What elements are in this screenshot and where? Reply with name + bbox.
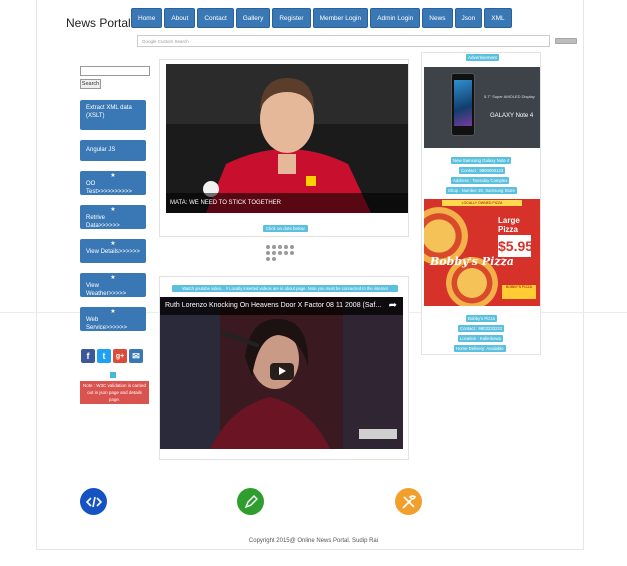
carousel-dot[interactable]	[290, 245, 294, 249]
nav-home[interactable]: Home	[131, 8, 163, 28]
twitter-icon[interactable]: t	[97, 349, 111, 363]
play-button-icon[interactable]	[270, 363, 294, 380]
side-button-extract-xml[interactable]: Extract XML data (XSLT)	[80, 100, 146, 130]
carousel-dot[interactable]	[290, 251, 294, 255]
side-button-web-service[interactable]: ★ Web Service>>>>>>	[80, 307, 146, 331]
side-button-angular[interactable]: Angular JS	[80, 140, 146, 161]
phone-ad-image[interactable]: 5.7" Super AMOLED Display GALAXY Note 4	[424, 67, 540, 148]
carousel-dot[interactable]	[278, 251, 282, 255]
star-icon: ★	[110, 173, 116, 179]
email-icon[interactable]: ✉	[129, 349, 143, 363]
carousel-dot[interactable]	[284, 251, 288, 255]
tools-icon[interactable]	[395, 488, 422, 515]
nav-gallery[interactable]: Gallery	[235, 8, 271, 28]
facebook-icon[interactable]: f	[81, 349, 95, 363]
pizza-brand: Bobby's Pizza	[430, 255, 514, 268]
carousel-dot[interactable]	[272, 245, 276, 249]
left-search-input[interactable]	[80, 66, 150, 76]
phone-ad-brand: GALAXY Note 4	[490, 113, 534, 119]
validation-note: Note : W3C validation is carried out in …	[80, 381, 149, 404]
nav-json[interactable]: Json	[454, 8, 483, 28]
star-icon: ★	[110, 241, 116, 247]
video-note-label: Watch youtube video... !! Locally insert…	[172, 285, 398, 292]
side-button-label: Retrive Data>>>>>>	[86, 215, 120, 229]
side-button-view-details[interactable]: ★ View Details>>>>>>	[80, 239, 146, 263]
pizza-ad-image[interactable]: LOCALLY OWNED PIZZA Large Pizza $5.95 Bo…	[424, 199, 540, 306]
nav-register[interactable]: Register	[272, 8, 311, 28]
social-links: f t g+ ✉	[81, 349, 143, 363]
pizza-ad-detail: Contact : 9803233222	[458, 325, 505, 332]
google-search-button[interactable]	[555, 38, 577, 44]
carousel-dot[interactable]	[266, 251, 270, 255]
side-button-label: Angular JS	[86, 147, 116, 153]
side-button-retrive-data[interactable]: ★ Retrive Data>>>>>>	[80, 205, 146, 229]
left-search-button[interactable]: Search	[80, 79, 101, 89]
site-logo[interactable]: News Portal	[66, 16, 131, 30]
footer-copyright: Copyright 2015@ Online News Portal. Sudi…	[248, 538, 379, 544]
nav-about[interactable]: About	[164, 8, 196, 28]
star-icon: ★	[110, 207, 116, 213]
code-icon[interactable]	[80, 488, 107, 515]
phone-icon	[451, 73, 475, 136]
footballer-photo	[166, 64, 408, 213]
phone-ad-detail: Contact : 9800000123	[459, 167, 506, 174]
phone-ad-detail: Address : Tansalay Complex	[451, 177, 510, 184]
side-button-oo-test[interactable]: ★ OO Test>>>>>>>>>>	[80, 171, 146, 195]
pizza-price: $5.95	[498, 235, 533, 257]
carousel-dot[interactable]	[278, 245, 282, 249]
carousel-dot[interactable]	[272, 251, 276, 255]
advertisement-label: Advertisement	[466, 54, 499, 61]
pizza-ad-detail: Bobby's Pizza	[466, 315, 497, 322]
carousel-dot[interactable]	[272, 257, 276, 261]
side-button-label: Extract XML data (XSLT)	[86, 105, 132, 119]
carousel-image[interactable]: MATA: WE NEED TO STICK TOGETHER	[166, 64, 408, 213]
side-button-label: OO Test>>>>>>>>>>	[86, 181, 133, 195]
phone-ad-detail: Shop : Number 20, Samsung Store	[446, 187, 517, 194]
star-icon: ★	[110, 309, 116, 315]
nav-news[interactable]: News	[422, 8, 453, 28]
side-button-view-weather[interactable]: ★ View Weather>>>>>	[80, 273, 146, 297]
carousel-dot[interactable]	[266, 245, 270, 249]
google-search-input[interactable]: Google Custom Search	[137, 35, 550, 47]
pizza-top-banner: LOCALLY OWNED PIZZA	[442, 200, 522, 206]
star-icon: ★	[110, 275, 116, 281]
nav-member-login[interactable]: Member Login	[312, 8, 369, 28]
carousel-dot[interactable]	[284, 245, 288, 249]
pizza-bottom-banner: BOBBY'S PIZZA	[502, 285, 536, 299]
phone-ad-text: 5.7" Super AMOLED Display	[484, 94, 535, 99]
side-button-label: Web Service>>>>>>	[86, 317, 128, 331]
youtube-video[interactable]: Ruth Lorenzo Knocking On Heavens Door X …	[160, 297, 403, 449]
click-dots-label: Click on dots below	[263, 225, 308, 232]
main-nav: Home About Contact Gallery Register Memb…	[131, 8, 512, 28]
share-icon[interactable]: ➦	[389, 300, 397, 312]
google-plus-icon[interactable]: g+	[113, 349, 127, 363]
carousel-dot[interactable]	[266, 257, 270, 261]
nav-contact[interactable]: Contact	[197, 8, 234, 28]
side-button-label: View Details>>>>>>	[86, 249, 140, 255]
side-button-label: View Weather>>>>>	[86, 283, 127, 297]
carousel-dots	[266, 245, 294, 261]
pizza-ad-detail: Location : Kalimbowa	[458, 335, 503, 342]
nav-xml[interactable]: XML	[484, 8, 512, 28]
small-indicator	[110, 372, 116, 378]
pizza-ad-detail: Home Delivery: Available	[454, 345, 506, 352]
nav-admin-login[interactable]: Admin Login	[370, 8, 421, 28]
pizza-title: Large Pizza	[498, 216, 520, 234]
carousel-caption: MATA: WE NEED TO STICK TOGETHER	[166, 193, 408, 213]
video-title[interactable]: Ruth Lorenzo Knocking On Heavens Door X …	[160, 297, 403, 315]
pen-icon[interactable]	[237, 488, 264, 515]
phone-ad-detail: New Samsung Galaxy Note 4	[451, 157, 512, 164]
